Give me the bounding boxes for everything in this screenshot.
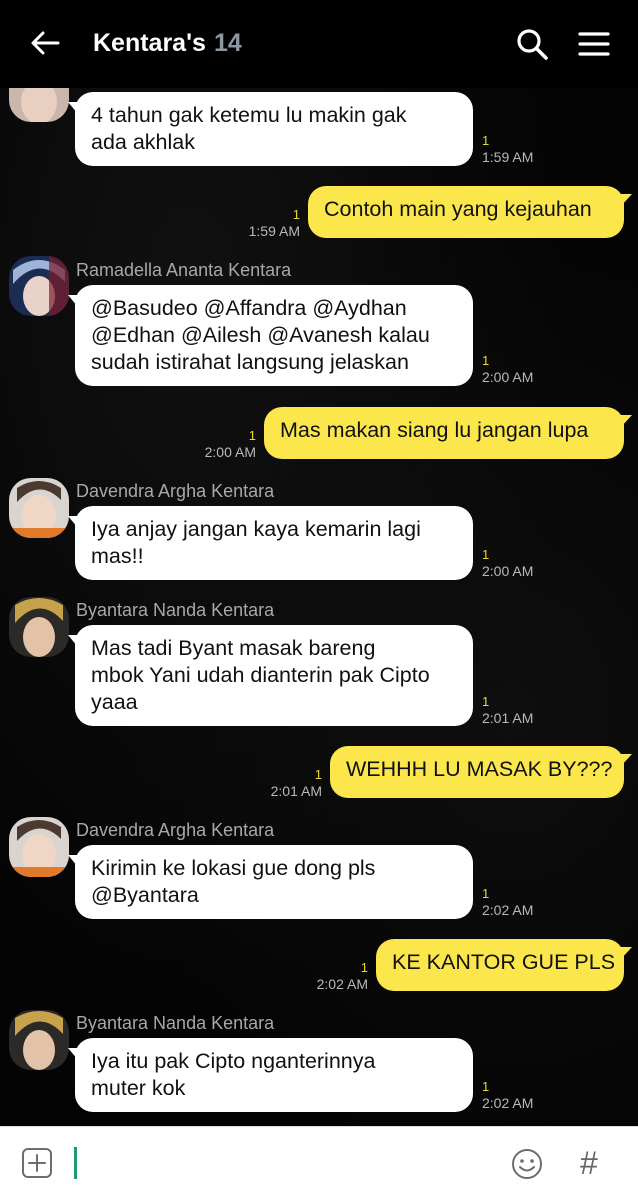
message-bubble[interactable]: Mas makan siang lu jangan lupa: [264, 407, 632, 459]
message-text: yaaa: [91, 690, 138, 714]
sender-name: Ramadella Ananta Kentara: [76, 260, 292, 280]
message-bubble[interactable]: WEHHH LU MASAK BY???: [330, 746, 632, 798]
message-meta: 1 2:00 AM: [190, 427, 256, 461]
read-count: 1: [482, 353, 490, 368]
plus-box-icon[interactable]: [21, 1147, 53, 1179]
message-text: @Edhan @Ailesh @Avanesh kalau: [91, 323, 430, 347]
message-bubble[interactable]: @Basudeo @Affandra @Aydhan @Edhan @Ailes…: [68, 285, 473, 386]
message-text: WEHHH LU MASAK BY???: [346, 757, 613, 781]
message-bubble[interactable]: KE KANTOR GUE PLS: [376, 939, 632, 991]
message-text: Mas tadi Byant masak bareng: [91, 636, 376, 660]
chat-header: Kentara's 14: [0, 0, 638, 88]
message-time: 2:00 AM: [204, 444, 256, 460]
read-count: 1: [482, 694, 490, 709]
message-time: 2:01 AM: [482, 710, 534, 726]
message-text: sudah istirahat langsung jelaskan: [91, 350, 409, 374]
message-time: 2:00 AM: [482, 369, 534, 385]
back-arrow-icon[interactable]: [28, 26, 62, 60]
message-text: Mas makan siang lu jangan lupa: [280, 418, 589, 442]
chat-title: Kentara's 14: [93, 26, 242, 60]
message-meta: 1 2:01 AM: [258, 766, 322, 800]
read-count: 1: [482, 133, 490, 148]
message-bubble[interactable]: Contoh main yang kejauhan: [308, 186, 632, 238]
message-time: 2:01 AM: [270, 783, 322, 799]
message-input[interactable]: [74, 1147, 77, 1179]
message-meta: 1 2:02 AM: [482, 1078, 533, 1112]
message-meta: 1 2:02 AM: [482, 885, 533, 919]
member-count: 14: [213, 29, 242, 57]
read-count: 1: [482, 886, 490, 901]
message-bubble[interactable]: Kirimin ke lokasi gue dong pls @Byantara: [68, 845, 473, 919]
message-meta: 1 1:59 AM: [482, 132, 533, 166]
message-meta: 1 1:59 AM: [240, 206, 300, 240]
smiley-icon[interactable]: [510, 1147, 544, 1181]
read-count: 1: [482, 547, 490, 562]
message-text: Iya itu pak Cipto nganterinnya: [91, 1049, 376, 1073]
message-time: 2:02 AM: [482, 902, 534, 918]
search-icon[interactable]: [514, 26, 550, 62]
message-text: @Basudeo @Affandra @Aydhan: [91, 296, 407, 320]
message-list[interactable]: 4 tahun gak ketemu lu makin gak ada akhl…: [0, 88, 638, 1126]
message-text: Iya anjay jangan kaya kemarin lagi: [91, 517, 421, 541]
avatar[interactable]: [9, 1010, 69, 1070]
read-count: 1: [360, 960, 368, 975]
message-meta: 1 2:00 AM: [482, 546, 533, 580]
message-time: 2:02 AM: [482, 1095, 534, 1111]
message-bubble[interactable]: Iya anjay jangan kaya kemarin lagi mas!!: [68, 506, 473, 580]
read-count: 1: [314, 767, 322, 782]
room-name: Kentara's: [93, 29, 206, 57]
message-time: 1:59 AM: [482, 149, 534, 165]
message-text: @Byantara: [91, 883, 199, 907]
message-bubble[interactable]: 4 tahun gak ketemu lu makin gak ada akhl…: [68, 92, 473, 166]
message-text: muter kok: [91, 1076, 186, 1100]
message-text: ada akhlak: [91, 130, 195, 154]
message-input-bar: #: [0, 1126, 638, 1201]
message-text: mas!!: [91, 544, 144, 568]
sender-name: Davendra Argha Kentara: [76, 820, 275, 840]
message-text: mbok Yani udah dianterin pak Cipto: [91, 663, 430, 687]
message-time: 1:59 AM: [248, 223, 300, 239]
message-bubble[interactable]: Iya itu pak Cipto nganterinnya muter kok: [68, 1038, 473, 1112]
message-text: Contoh main yang kejauhan: [324, 197, 592, 221]
sender-name: Byantara Nanda Kentara: [76, 1013, 275, 1033]
hashtag-button[interactable]: #: [580, 1145, 598, 1181]
read-count: 1: [248, 428, 256, 443]
message-text: 4 tahun gak ketemu lu makin gak: [91, 103, 407, 127]
avatar[interactable]: [9, 597, 69, 657]
read-count: 1: [482, 1079, 490, 1094]
message-text: Kirimin ke lokasi gue dong pls: [91, 856, 376, 880]
sender-name: Byantara Nanda Kentara: [76, 600, 275, 620]
avatar[interactable]: [9, 88, 69, 122]
message-bubble[interactable]: Mas tadi Byant masak bareng mbok Yani ud…: [68, 625, 473, 726]
message-meta: 1 2:02 AM: [304, 959, 368, 993]
message-text: KE KANTOR GUE PLS: [392, 950, 616, 974]
read-count: 1: [292, 207, 300, 222]
avatar[interactable]: [9, 817, 69, 877]
sender-name: Davendra Argha Kentara: [76, 481, 275, 501]
hamburger-menu-icon[interactable]: [578, 30, 610, 58]
avatar[interactable]: [9, 256, 69, 316]
message-meta: 1 2:00 AM: [482, 352, 533, 386]
message-time: 2:02 AM: [316, 976, 368, 992]
message-meta: 1 2:01 AM: [482, 693, 533, 727]
message-time: 2:00 AM: [482, 563, 534, 579]
avatar[interactable]: [9, 478, 69, 538]
